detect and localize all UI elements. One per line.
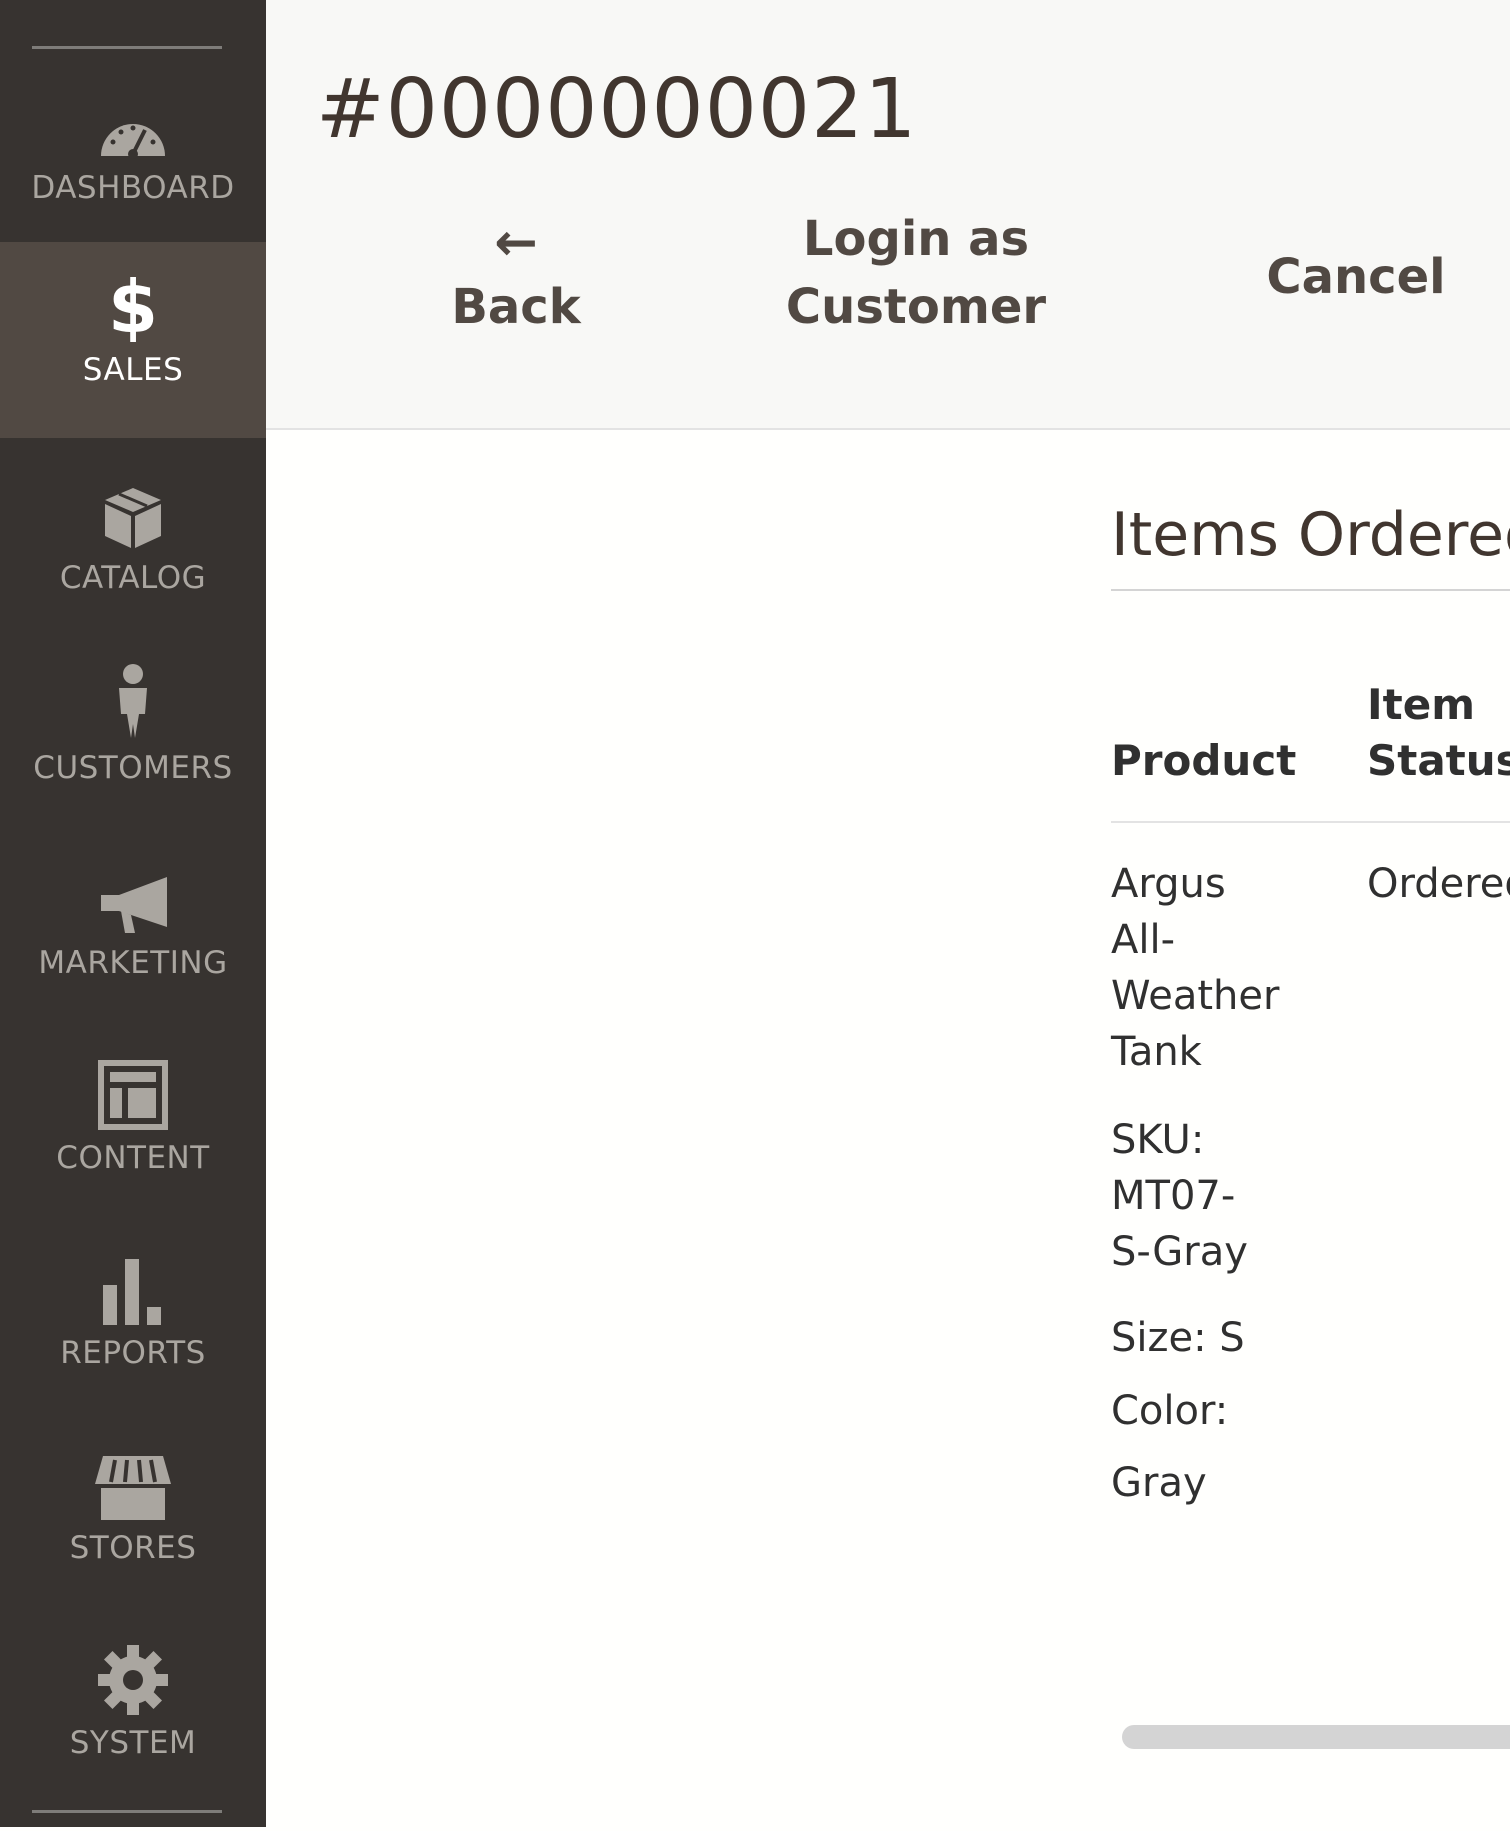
sidebar-item-dashboard[interactable]: DASHBOARD <box>0 80 266 240</box>
section-title: Items Ordered <box>1111 500 1510 570</box>
page-actions-toolbar: ← Back Login as Customer Cancel <box>266 205 1510 355</box>
sidebar-item-label: REPORTS <box>60 1335 206 1371</box>
back-arrow-icon: ← <box>494 213 538 273</box>
sidebar-item-system[interactable]: SYSTEM <box>0 1635 266 1831</box>
login-button-label-line1: Login as <box>802 211 1030 267</box>
column-header-product: Product <box>1111 736 1297 785</box>
product-option-color-value: Gray <box>1111 1460 1207 1506</box>
product-name: Argus All-Weather Tank <box>1111 861 1280 1075</box>
person-icon <box>93 660 173 740</box>
login-button-label-line2: Customer <box>785 279 1047 335</box>
horizontal-scrollbar[interactable] <box>1122 1725 1510 1749</box>
sidebar-item-marketing[interactable]: MARKETING <box>0 855 266 1051</box>
product-option-color-label: Color: <box>1111 1388 1229 1434</box>
megaphone-icon <box>93 855 173 935</box>
sidebar-item-catalog[interactable]: CATALOG <box>0 470 266 666</box>
page-header: #0000000021 ← Back Login as Customer Can… <box>266 0 1510 430</box>
item-status: Ordered <box>1367 861 1510 907</box>
sidebar-item-label: SALES <box>82 352 184 388</box>
sidebar-item-content[interactable]: CONTENT <box>0 1050 266 1246</box>
column-header-label-line2: Status <box>1367 736 1510 785</box>
sidebar-item-label: CONTENT <box>56 1140 210 1176</box>
login-as-customer-button[interactable]: Login as Customer <box>766 205 1066 341</box>
sidebar-bottom-divider <box>32 1810 222 1813</box>
table-header-divider <box>1111 821 1510 823</box>
svg-text:$: $ <box>109 270 157 342</box>
page-title: #0000000021 <box>316 62 918 157</box>
sidebar-item-label: DASHBOARD <box>31 170 235 206</box>
sidebar-top-divider <box>32 46 222 49</box>
sidebar-item-label: CATALOG <box>59 560 207 596</box>
cancel-button[interactable]: Cancel <box>1256 243 1456 311</box>
sidebar-item-customers[interactable]: CUSTOMERS <box>0 660 266 856</box>
layout-icon <box>93 1050 173 1130</box>
sidebar-item-label: MARKETING <box>38 945 228 981</box>
sidebar-item-label: SYSTEM <box>69 1725 197 1761</box>
section-divider <box>1111 589 1510 591</box>
column-header-item-status: Item Status <box>1367 677 1510 789</box>
sidebar-item-label: CUSTOMERS <box>33 750 233 786</box>
sidebar-item-reports[interactable]: REPORTS <box>0 1245 266 1441</box>
sidebar-item-stores[interactable]: STORES <box>0 1440 266 1636</box>
column-header-label-line1: Item <box>1367 680 1475 729</box>
dashboard-icon <box>93 80 173 160</box>
sidebar-item-label: STORES <box>69 1530 197 1566</box>
admin-sidebar: DASHBOARD $ SALES CATALOG CUSTOMERS MARK… <box>0 0 266 1827</box>
bar-chart-icon <box>93 1245 173 1325</box>
back-button-label: Back <box>451 279 581 335</box>
gear-icon <box>93 1635 173 1715</box>
storefront-icon <box>93 1440 173 1520</box>
back-button[interactable]: ← Back <box>416 213 616 341</box>
sidebar-item-sales[interactable]: $ SALES <box>0 242 266 438</box>
box-icon <box>93 470 173 550</box>
dollar-icon: $ <box>93 242 173 342</box>
product-option-size: Size: S <box>1111 1315 1245 1361</box>
product-sku: SKU: MT07-S-Gray <box>1111 1117 1248 1275</box>
